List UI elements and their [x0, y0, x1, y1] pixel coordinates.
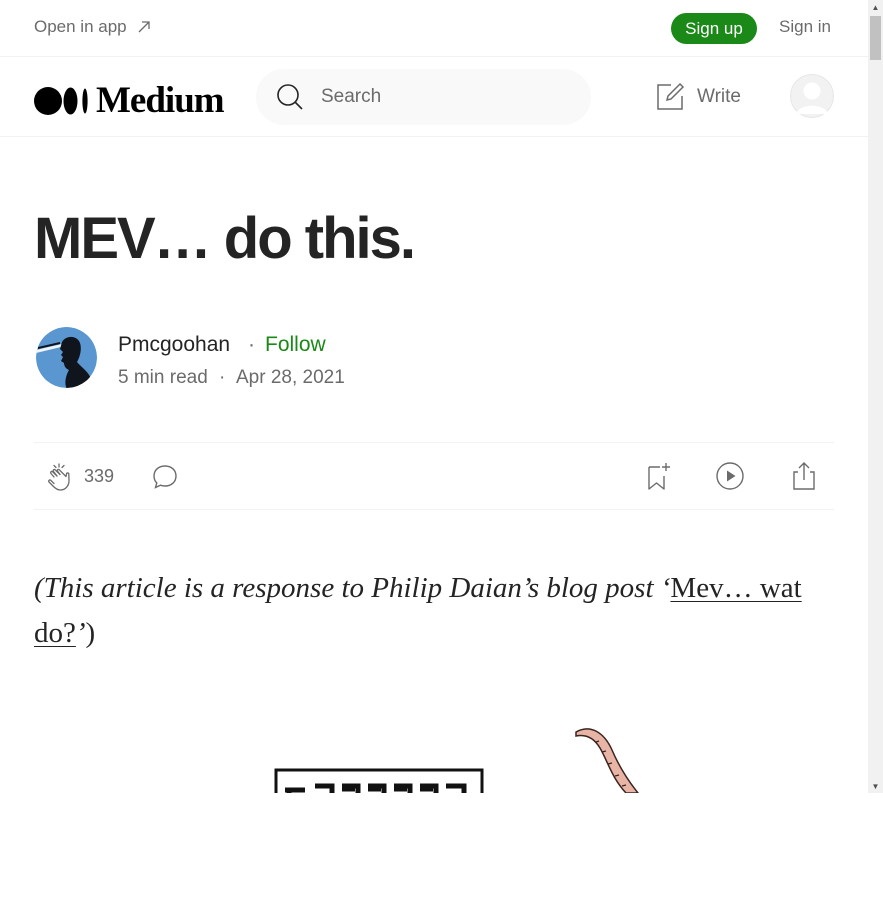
write-label: Write	[697, 86, 741, 107]
author-separator: ·	[248, 333, 255, 356]
top-bar: Open in app Sign up Sign in	[0, 0, 868, 57]
meta-separator: ·	[219, 367, 226, 388]
author-avatar[interactable]	[36, 327, 97, 388]
write-icon	[657, 82, 685, 110]
clap-count: 339	[84, 466, 115, 486]
external-arrow-icon	[138, 21, 150, 33]
article-actions-bar: 339	[34, 442, 834, 510]
read-time: 5 min read	[118, 367, 208, 388]
medium-logo-text: Medium	[96, 80, 225, 121]
bookmark-add-icon[interactable]	[646, 461, 672, 491]
search-input[interactable]	[321, 83, 571, 111]
main-nav: Medium Write	[0, 57, 868, 137]
search-box[interactable]	[256, 69, 591, 125]
article-intro-paragraph: (This article is a response to Philip Da…	[34, 566, 834, 656]
scroll-thumb[interactable]	[870, 16, 881, 60]
intro-prefix: This article is a response to Philip Dai…	[43, 572, 671, 604]
open-in-app-label: Open in app	[34, 17, 127, 36]
user-avatar[interactable]	[790, 74, 834, 118]
write-button[interactable]: Write	[655, 82, 741, 112]
scroll-up-arrow[interactable]: ▲	[868, 0, 883, 14]
scroll-down-arrow[interactable]: ▼	[868, 779, 883, 793]
play-icon[interactable]	[715, 461, 745, 491]
scrollbar[interactable]: ▲ ▼	[868, 0, 883, 793]
search-icon	[277, 84, 303, 110]
publish-date: Apr 28, 2021	[236, 367, 345, 388]
sign-in-link[interactable]: Sign in	[779, 17, 831, 37]
author-avatar-image	[36, 327, 97, 388]
user-avatar-placeholder-icon	[790, 74, 834, 118]
intro-close-paren: )	[85, 617, 96, 649]
medium-logo-mark	[34, 86, 88, 115]
article-title: MEV… do this.	[34, 206, 416, 271]
open-in-app-link[interactable]: Open in app	[34, 17, 151, 37]
page-viewport: Open in app Sign up Sign in Medium Searc…	[0, 0, 868, 793]
author-name[interactable]: Pmcgoohan	[118, 333, 230, 357]
clap-icon[interactable]	[46, 461, 76, 493]
medium-logo[interactable]: Medium	[34, 79, 225, 122]
intro-suffix: ’	[75, 617, 86, 649]
intro-open-paren: (	[34, 572, 44, 604]
share-icon[interactable]	[791, 461, 817, 491]
article-illustration	[274, 728, 639, 793]
comment-icon[interactable]	[152, 464, 178, 490]
follow-button[interactable]: Follow	[265, 333, 326, 357]
sign-up-button[interactable]: Sign up	[671, 13, 757, 44]
